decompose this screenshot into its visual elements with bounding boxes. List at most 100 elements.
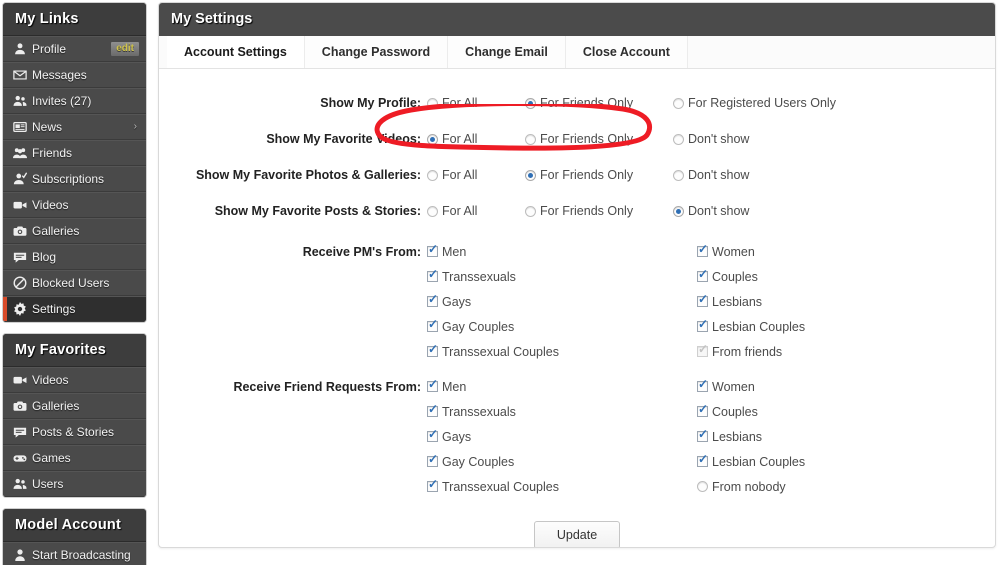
checkbox[interactable]: [697, 293, 708, 307]
sidebar-item-invites-27[interactable]: Invites (27): [3, 88, 146, 114]
radio-button[interactable]: [525, 169, 536, 181]
radio-option[interactable]: For Friends Only: [525, 168, 673, 182]
permission-column: Transsexuals: [427, 403, 697, 419]
gamepad-icon: [13, 451, 32, 465]
radio-option[interactable]: For Friends Only: [525, 132, 673, 146]
checkbox[interactable]: [427, 293, 438, 307]
sidebar-item-blocked-users[interactable]: Blocked Users: [3, 270, 146, 296]
tab-label: Account Settings: [184, 45, 287, 59]
sidebar-item-videos[interactable]: Videos: [3, 192, 146, 218]
sidebar-item-start-broadcasting[interactable]: Start Broadcasting: [3, 542, 146, 565]
sidebar-item-galleries[interactable]: Galleries: [3, 393, 146, 419]
sidebar-item-blog[interactable]: Blog: [3, 244, 146, 270]
permission-option-label: Lesbian Couples: [712, 319, 806, 334]
checkbox-option[interactable]: Transsexual Couples: [427, 478, 697, 494]
checkbox-option[interactable]: Couples: [697, 268, 758, 284]
checkbox[interactable]: [427, 403, 438, 417]
checkbox[interactable]: [427, 318, 438, 332]
checkbox[interactable]: [697, 318, 708, 332]
radio-option[interactable]: For All: [427, 168, 525, 182]
checkbox-option[interactable]: Men: [427, 378, 697, 394]
sidebar-item-users[interactable]: Users: [3, 471, 146, 497]
permission-column: Lesbian Couples: [697, 318, 806, 334]
checkbox-option[interactable]: Transsexual Couples: [427, 343, 697, 359]
radio-option[interactable]: Don't show: [673, 204, 749, 218]
radio-button[interactable]: [525, 97, 536, 109]
checkbox-option[interactable]: Transsexuals: [427, 268, 697, 284]
radio-option[interactable]: For All: [427, 132, 525, 146]
checkbox-option[interactable]: Women: [697, 243, 755, 259]
checkbox[interactable]: [427, 453, 438, 467]
sidebar-panel-model-account: Model Account Start Broadcasting: [2, 508, 147, 565]
checkbox-option[interactable]: Lesbian Couples: [697, 453, 805, 469]
radio-button[interactable]: [697, 481, 708, 492]
sidebar-item-label: News: [32, 120, 63, 134]
tab-close-account[interactable]: Close Account: [565, 36, 688, 68]
checkbox[interactable]: [697, 243, 708, 257]
checkbox-option[interactable]: Gay Couples: [427, 453, 697, 469]
radio-button[interactable]: [427, 97, 438, 109]
checkbox-option[interactable]: Lesbians: [697, 293, 762, 309]
sidebar-item-posts-stories[interactable]: Posts & Stories: [3, 419, 146, 445]
checkbox[interactable]: [697, 403, 708, 417]
radio-option[interactable]: For All: [427, 204, 525, 218]
checkbox[interactable]: [427, 343, 438, 357]
radio-button[interactable]: [673, 97, 684, 109]
sidebar-item-settings[interactable]: Settings: [3, 296, 146, 322]
checkbox-option[interactable]: Men: [427, 243, 697, 259]
sidebar-item-subscriptions[interactable]: Subscriptions: [3, 166, 146, 192]
checkbox[interactable]: [427, 478, 438, 492]
radio-button[interactable]: [525, 133, 536, 145]
radio-button[interactable]: [673, 133, 684, 145]
sidebar-item-news[interactable]: News ›: [3, 114, 146, 140]
tab-change-password[interactable]: Change Password: [304, 36, 449, 68]
radio-option[interactable]: Don't show: [673, 168, 749, 182]
sidebar-item-galleries[interactable]: Galleries: [3, 218, 146, 244]
tab-account-settings[interactable]: Account Settings: [167, 36, 305, 68]
radio-button[interactable]: [525, 205, 536, 217]
sidebar-item-friends[interactable]: Friends: [3, 140, 146, 166]
permission-option-label: From friends: [712, 344, 783, 359]
radio-button[interactable]: [427, 133, 438, 145]
radio-option[interactable]: Don't show: [673, 132, 749, 146]
checkbox[interactable]: [697, 453, 708, 467]
checkbox-option[interactable]: Lesbians: [697, 428, 762, 444]
checkbox-option[interactable]: Gay Couples: [427, 318, 697, 334]
checkbox[interactable]: [427, 243, 438, 257]
radio-option[interactable]: For All: [427, 96, 525, 110]
radio-button[interactable]: [673, 169, 684, 181]
sidebar-panel-my-links: My Links Profile edit Messages Invites (27) N…: [2, 2, 147, 323]
tab-change-email[interactable]: Change Email: [448, 36, 566, 68]
radio-button[interactable]: [427, 169, 438, 181]
privacy-row-label: Show My Profile:: [320, 96, 421, 110]
checkbox[interactable]: [427, 378, 438, 392]
checkbox-option[interactable]: Gays: [427, 428, 697, 444]
checkbox-option[interactable]: Women: [697, 378, 755, 394]
checkbox[interactable]: [427, 428, 438, 442]
sidebar-item-label: Games: [32, 451, 71, 465]
checkbox-option[interactable]: Transsexuals: [427, 403, 697, 419]
radio-button[interactable]: [427, 205, 438, 217]
update-button[interactable]: Update: [533, 521, 621, 547]
profile-edit-badge[interactable]: edit: [110, 41, 140, 57]
checkbox[interactable]: [427, 268, 438, 282]
checkbox[interactable]: [697, 268, 708, 282]
radio-option[interactable]: For Friends Only: [525, 204, 673, 218]
permission-row: Receive Friend Requests From: Men Women: [159, 374, 995, 399]
checkbox[interactable]: [697, 428, 708, 442]
permission-group: Receive Friend Requests From: Men Women Tra…: [159, 374, 995, 499]
radio-button[interactable]: [673, 205, 684, 217]
sidebar-item-messages[interactable]: Messages: [3, 62, 146, 88]
checkbox-option[interactable]: Gays: [427, 293, 697, 309]
permission-column: Lesbian Couples: [697, 453, 805, 469]
sidebar-item-games[interactable]: Games: [3, 445, 146, 471]
permission-option-label: Gays: [442, 429, 472, 444]
sidebar-item-profile[interactable]: Profile edit: [3, 36, 146, 62]
checkbox-option[interactable]: Lesbian Couples: [697, 318, 806, 334]
checkbox[interactable]: [697, 378, 708, 392]
radio-option[interactable]: For Friends Only: [525, 96, 673, 110]
sidebar-item-videos[interactable]: Videos: [3, 367, 146, 393]
radio-option[interactable]: For Registered Users Only: [673, 96, 836, 110]
radio-option[interactable]: From nobody: [697, 480, 786, 494]
checkbox-option[interactable]: Couples: [697, 403, 758, 419]
